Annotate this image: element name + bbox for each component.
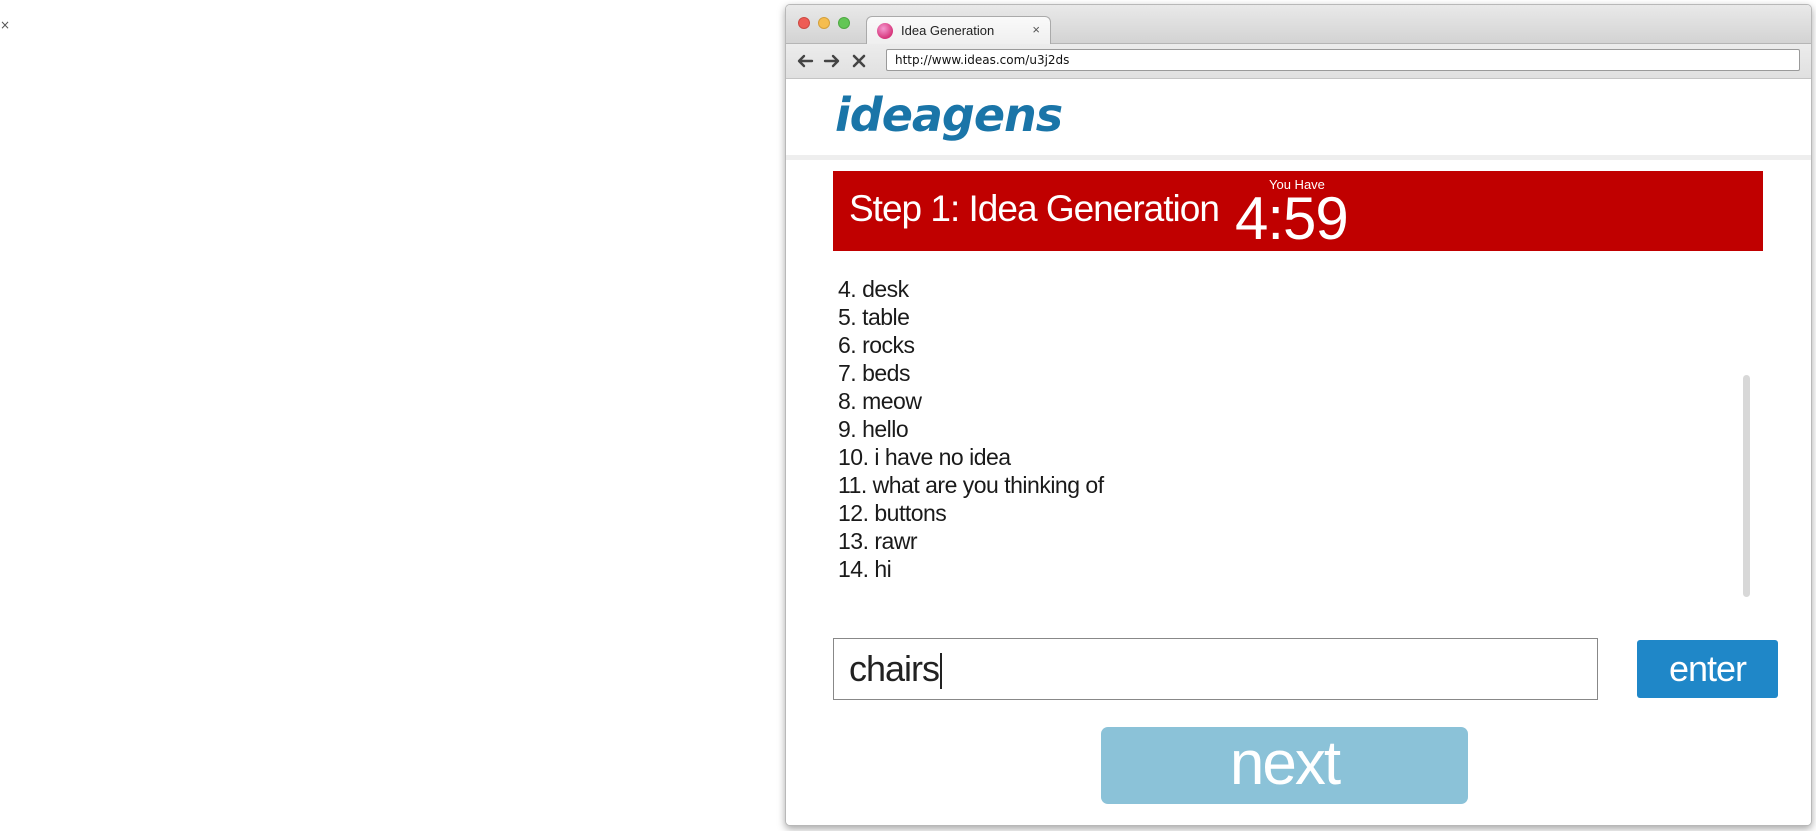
list-item: 8. meow [838, 388, 922, 414]
back-arrow-icon[interactable] [794, 50, 816, 72]
window-minimize-icon[interactable] [818, 17, 830, 29]
list-item: 4. desk [838, 276, 909, 302]
ideas-scrollbar[interactable] [1743, 375, 1750, 597]
idea-input[interactable]: chairs [833, 638, 1598, 700]
next-button[interactable]: next [1101, 727, 1468, 804]
forward-arrow-icon[interactable] [821, 50, 843, 72]
browser-window: Idea Generation × http://www.ideas.com/u… [785, 4, 1812, 826]
list-item: 12. buttons [838, 500, 947, 526]
page-title: Step 1: Idea Generation [849, 188, 1220, 229]
enter-button[interactable]: enter [1637, 640, 1778, 698]
site-header: ideagens [786, 79, 1811, 160]
list-item: 7. beds [838, 360, 910, 386]
idea-input-value: chairs [849, 648, 940, 689]
pink-orb-icon [877, 23, 893, 39]
browser-tab[interactable]: Idea Generation × [866, 16, 1051, 44]
text-caret [940, 653, 943, 690]
url-field[interactable]: http://www.ideas.com/u3j2ds [886, 49, 1800, 71]
page-close-icon[interactable]: × [0, 18, 10, 32]
tab-title: Idea Generation [901, 23, 995, 38]
list-item: 11. what are you thinking of [838, 472, 1104, 498]
list-item: 10. i have no idea [838, 444, 1011, 470]
countdown-timer: 4:59 [1235, 185, 1349, 252]
window-maximize-icon[interactable] [838, 17, 850, 29]
tab-close-icon[interactable]: × [1032, 22, 1040, 37]
list-item: 9. hello [838, 416, 909, 442]
list-item: 6. rocks [838, 332, 915, 358]
page-content: ideagens Step 1: Idea Generation You Hav… [786, 79, 1811, 825]
list-item: 14. hi [838, 556, 892, 582]
window-close-icon[interactable] [798, 17, 810, 29]
browser-titlebar: Idea Generation × [786, 5, 1811, 44]
logo[interactable]: ideagens [835, 88, 1063, 142]
ideas-list: 4. desk 5. table 6. rocks 7. beds 8. meo… [838, 275, 1718, 583]
list-item: 13. rawr [838, 528, 918, 554]
step-banner: Step 1: Idea Generation You Have 4:59 [833, 171, 1763, 251]
list-item: 5. table [838, 304, 910, 330]
stop-icon[interactable] [848, 50, 870, 72]
browser-toolbar: http://www.ideas.com/u3j2ds [786, 44, 1811, 79]
